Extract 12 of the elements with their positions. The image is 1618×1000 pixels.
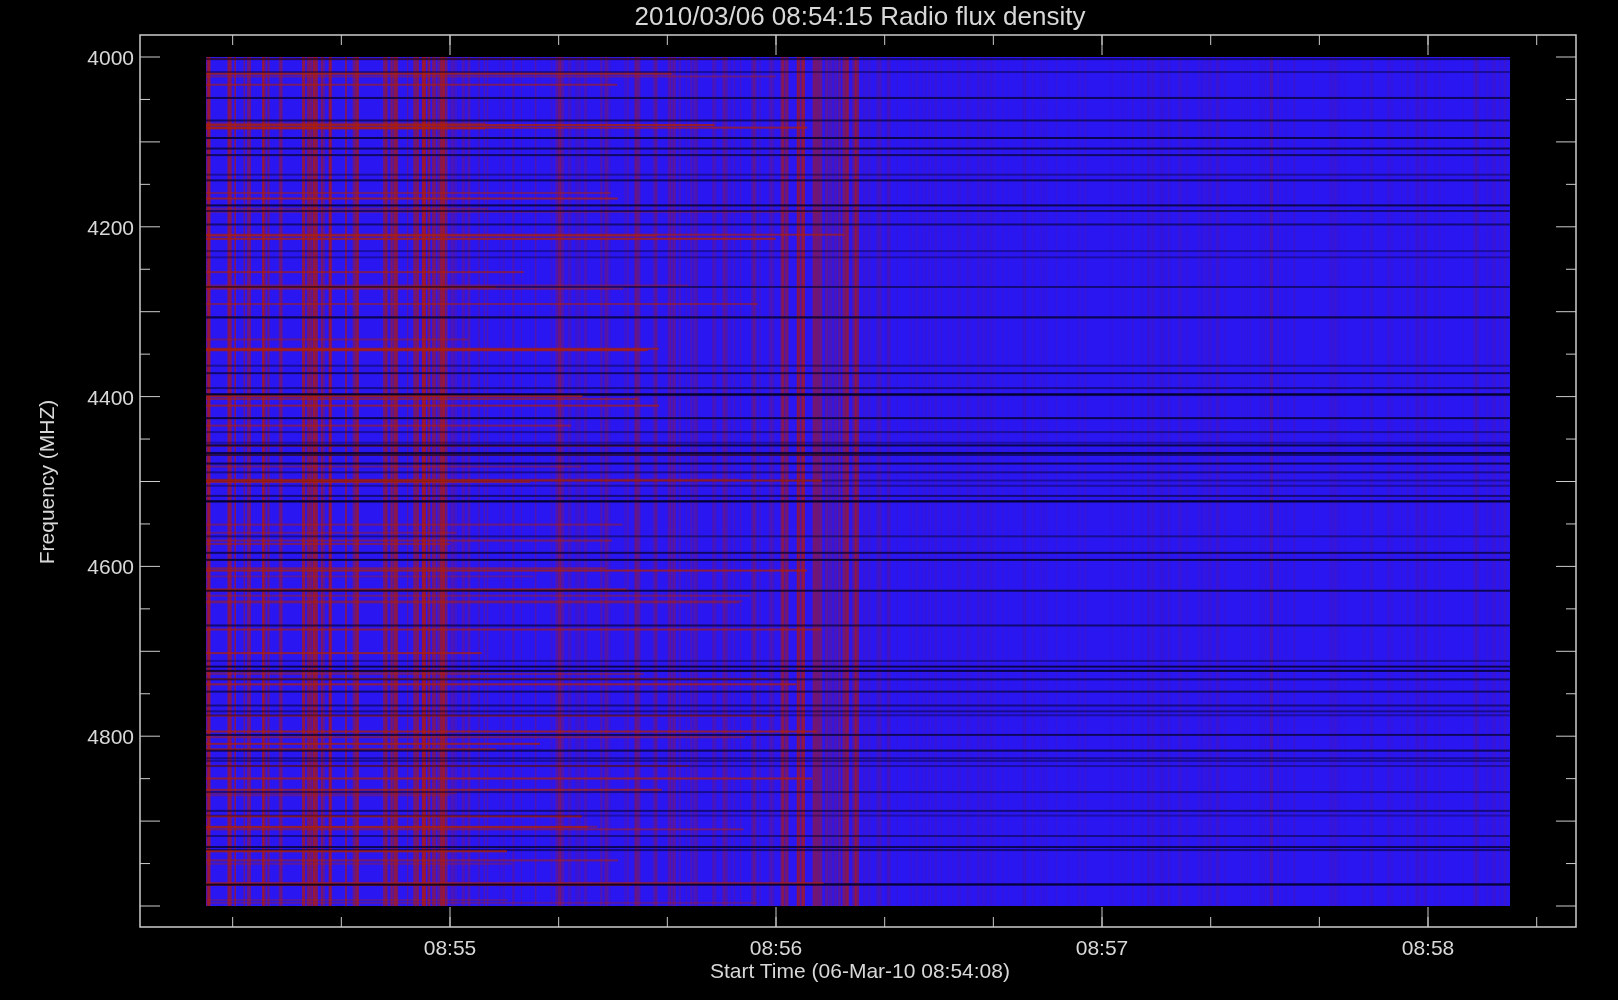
axis-label: Start Time (06-Mar-10 08:54:08): [710, 959, 1010, 982]
tick-label: 08:58: [1401, 936, 1455, 959]
tick-label: 08:55: [423, 936, 477, 959]
tick-label: 4200: [87, 215, 134, 239]
tick-label: 4600: [87, 555, 134, 579]
axis-label: Frequency (MHZ): [35, 399, 58, 565]
tick-label: 4400: [87, 385, 134, 409]
tick-label: 08:56: [749, 936, 803, 959]
plot-title: 2010/03/06 08:54:15 Radio flux density: [634, 1, 1086, 31]
tick-label: 4000: [87, 46, 134, 69]
tick-label: 08:57: [1075, 936, 1129, 959]
tick-label: 4800: [87, 725, 134, 749]
